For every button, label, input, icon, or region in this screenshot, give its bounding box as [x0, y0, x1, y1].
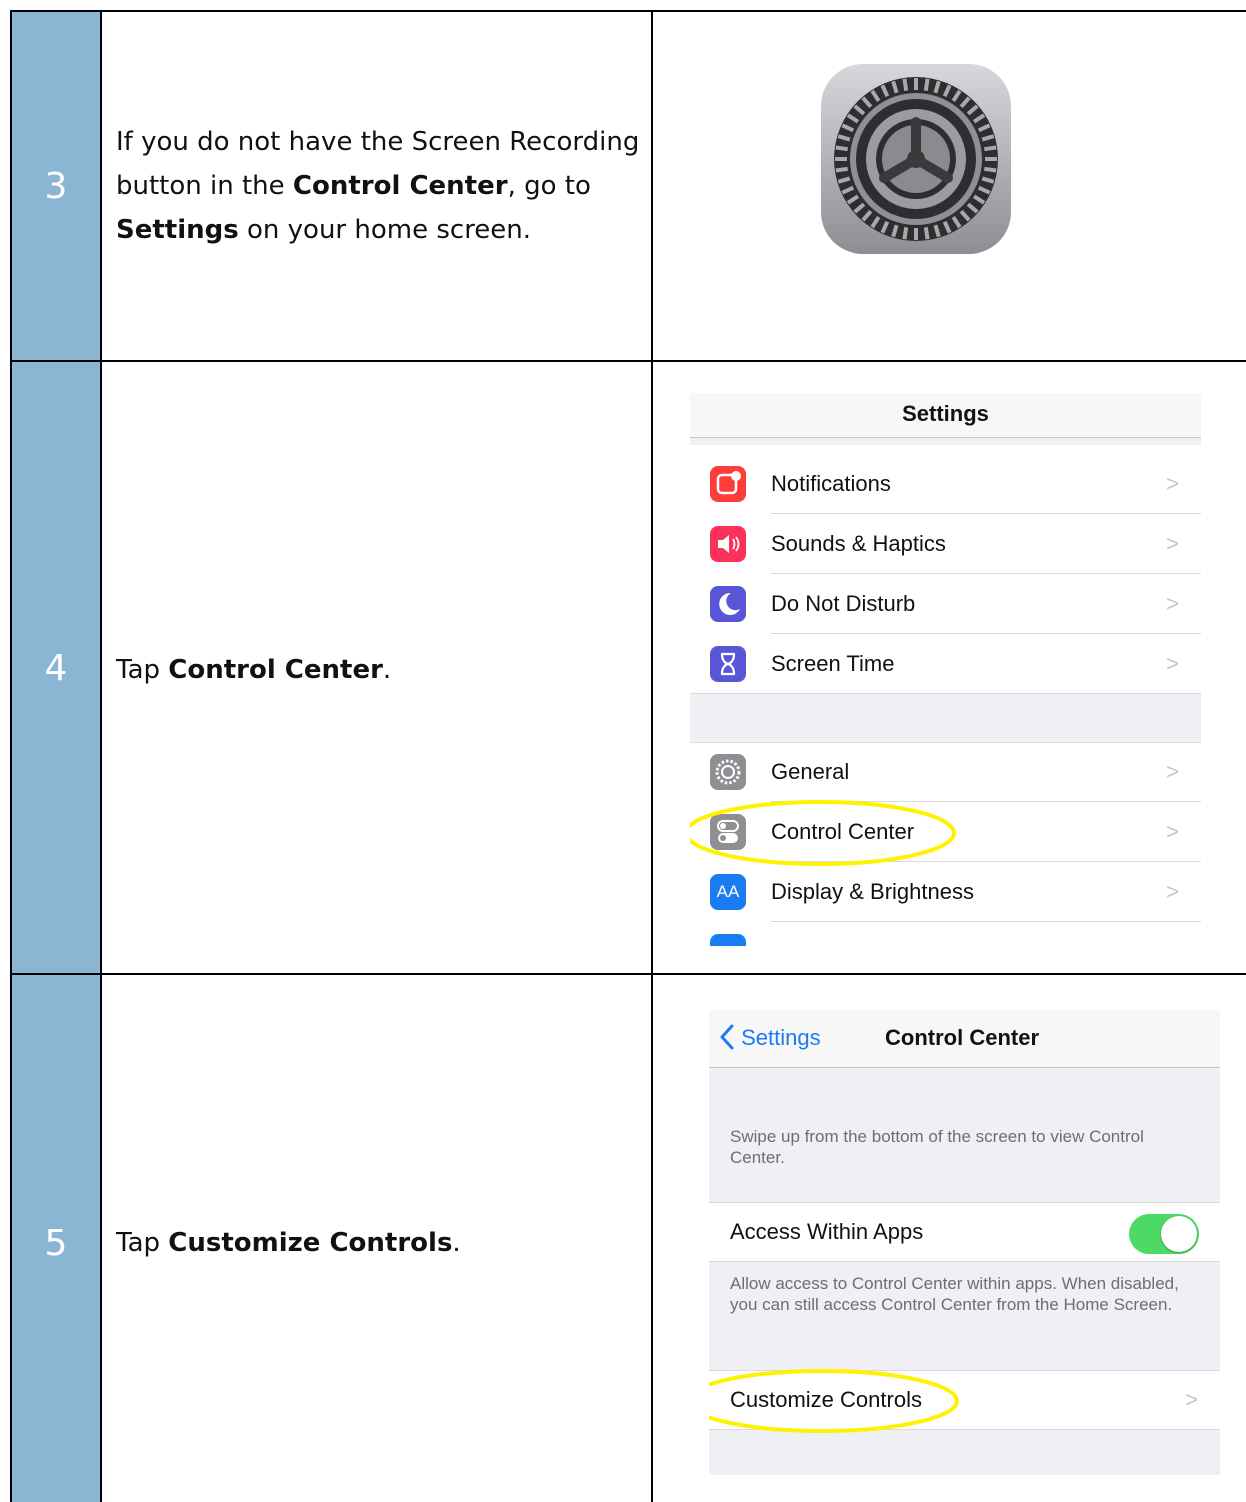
settings-screenshot: Settings Notifications > Sounds & Haptic…: [690, 393, 1201, 946]
step-number: 5: [44, 1223, 68, 1264]
settings-row-screen-time[interactable]: Screen Time >: [690, 634, 1201, 694]
chevron-left-icon: [720, 1024, 734, 1050]
control-center-screenshot: Settings Control Center Swipe up from th…: [709, 1010, 1220, 1475]
page-title: Settings: [902, 401, 989, 426]
display-icon: AA: [710, 874, 746, 910]
access-within-apps-toggle[interactable]: [1129, 1214, 1199, 1254]
chevron-right-icon: >: [1166, 759, 1179, 784]
nav-divider: [690, 437, 1201, 445]
settings-row-partial: [690, 922, 1201, 946]
settings-row-label: Display & Brightness: [771, 879, 974, 904]
chevron-right-icon: >: [1185, 1387, 1198, 1412]
toggle-knob: [1161, 1216, 1197, 1252]
chevron-right-icon: >: [1166, 879, 1179, 904]
accessibility-icon: [710, 934, 746, 946]
section-footer: Allow access to Control Center within ap…: [730, 1274, 1179, 1314]
settings-row-notifications[interactable]: Notifications >: [690, 454, 1201, 514]
settings-row-display[interactable]: AA Display & Brightness >: [690, 862, 1201, 922]
gear-icon: [710, 754, 746, 790]
hourglass-icon: [710, 646, 746, 682]
settings-row-label: Screen Time: [771, 651, 895, 676]
access-within-apps-label: Access Within Apps: [730, 1219, 924, 1244]
settings-row-sounds[interactable]: Sounds & Haptics >: [690, 514, 1201, 574]
section-footer: Swipe up from the bottom of the screen t…: [730, 1127, 1144, 1167]
column-divider-1: [100, 10, 102, 1502]
moon-icon: [710, 586, 746, 622]
section-gap: [690, 693, 1201, 743]
step-number: 4: [44, 648, 68, 689]
row-divider-2: [10, 973, 1246, 975]
table-border-top: [10, 10, 1246, 12]
settings-row-label: Sounds & Haptics: [771, 531, 946, 556]
back-label: Settings: [741, 1025, 821, 1050]
step-number: 3: [44, 166, 68, 207]
highlight-ellipse: [709, 1369, 959, 1433]
settings-row-label: Notifications: [771, 471, 891, 496]
settings-row-general[interactable]: General >: [690, 742, 1201, 802]
back-button[interactable]: Settings: [719, 1020, 821, 1056]
chevron-right-icon: >: [1166, 591, 1179, 616]
chevron-right-icon: >: [1166, 819, 1179, 844]
chevron-right-icon: >: [1166, 471, 1179, 496]
highlight-ellipse: [690, 800, 956, 866]
column-divider-2: [651, 10, 653, 1502]
notifications-icon: [710, 466, 746, 502]
page-title: Control Center: [885, 1025, 1039, 1050]
step-number-column: [11, 11, 101, 1502]
step-instruction: Tap Customize Controls.: [116, 1228, 461, 1258]
settings-app-icon: [821, 64, 1011, 254]
chevron-right-icon: >: [1166, 651, 1179, 676]
chevron-right-icon: >: [1166, 531, 1179, 556]
sounds-icon: [710, 526, 746, 562]
table-border-left: [10, 10, 12, 1502]
access-within-apps-row: Access Within Apps: [709, 1202, 1220, 1262]
step-instruction: Tap Control Center.: [116, 655, 392, 685]
settings-row-do-not-disturb[interactable]: Do Not Disturb >: [690, 574, 1201, 634]
settings-row-label: General: [771, 759, 850, 784]
row-divider-1: [10, 360, 1246, 362]
step-instruction: If you do not have the Screen Recording …: [116, 127, 640, 245]
settings-row-label: Do Not Disturb: [771, 591, 916, 616]
